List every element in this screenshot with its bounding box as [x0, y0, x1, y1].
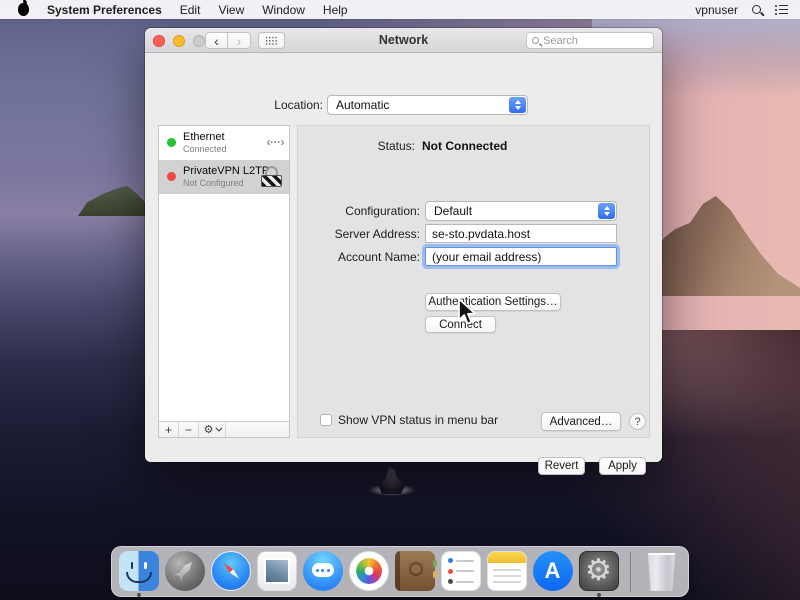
server-address-label: Server Address:: [334, 227, 420, 241]
server-address-input[interactable]: [425, 224, 617, 243]
chevron-down-icon: [215, 424, 223, 432]
dock-launchpad-icon[interactable]: [164, 551, 205, 597]
dock-notes-icon[interactable]: [486, 551, 527, 597]
status-dot-red: [167, 172, 176, 181]
sidebar-item-privatevpn-l2tp[interactable]: PrivateVPN L2TP Not Configured: [159, 160, 289, 194]
menu-bar: System Preferences Edit View Window Help…: [0, 0, 800, 19]
dock-photos-icon[interactable]: [348, 551, 389, 597]
menu-app-name[interactable]: System Preferences: [47, 3, 162, 17]
dock-trash-icon[interactable]: [642, 551, 682, 597]
search-placeholder: Search: [543, 34, 578, 47]
dock-separator: [629, 552, 631, 592]
running-indicator: [136, 593, 141, 597]
apply-button[interactable]: Apply: [599, 457, 646, 475]
authentication-settings-button[interactable]: Authentication Settings…: [425, 293, 561, 311]
status-label: Status:: [377, 139, 415, 153]
search-field[interactable]: Search: [526, 32, 654, 49]
dock-mail-icon[interactable]: [256, 551, 297, 597]
services-sidebar: Ethernet Connected ‹···› PrivateVPN L2TP…: [158, 125, 290, 438]
menu-item-window[interactable]: Window: [262, 3, 305, 17]
configuration-value: Default: [434, 204, 473, 218]
vpn-lock-icon: [261, 166, 283, 188]
remove-service-button[interactable]: −: [179, 422, 199, 437]
popup-stepper-icon: [598, 203, 615, 219]
dock-system-preferences-icon[interactable]: ⚙: [578, 551, 619, 597]
appstore-a-glyph: A: [544, 558, 561, 583]
dock-finder-icon[interactable]: [118, 551, 159, 597]
gear-icon: ⚙: [203, 424, 214, 436]
spotlight-search-icon[interactable]: [752, 5, 765, 16]
service-actions-button[interactable]: ⚙: [199, 422, 226, 437]
show-vpn-status-checkbox[interactable]: [320, 414, 332, 426]
apple-menu-icon[interactable]: [18, 0, 29, 16]
status-dot-green: [167, 138, 176, 147]
desktop: System Preferences Edit View Window Help…: [0, 0, 800, 600]
advanced-button[interactable]: Advanced…: [541, 412, 621, 431]
status-value: Not Connected: [422, 139, 508, 153]
account-name-input[interactable]: [425, 247, 617, 266]
window-content: Location: Automatic Ethernet Connected ‹…: [145, 53, 662, 475]
dock-contacts-icon[interactable]: [394, 551, 437, 597]
sidebar-footer: + − ⚙: [159, 421, 289, 437]
network-preferences-window: ‹ › Network Search Location: Automatic E…: [145, 28, 662, 475]
revert-button[interactable]: Revert: [538, 457, 585, 475]
gear-icon: ⚙: [585, 554, 612, 587]
dock-reminders-icon[interactable]: [440, 551, 481, 597]
popup-stepper-icon: [509, 97, 526, 113]
location-value: Automatic: [336, 98, 390, 112]
account-name-label: Account Name:: [337, 250, 420, 264]
show-vpn-status-label: Show VPN status in menu bar: [338, 413, 499, 427]
dock: A ⚙: [111, 546, 689, 597]
menu-item-edit[interactable]: Edit: [180, 3, 201, 17]
dock-messages-icon[interactable]: [302, 551, 343, 597]
location-popup[interactable]: Automatic: [327, 95, 528, 115]
menu-item-help[interactable]: Help: [323, 3, 348, 17]
vpn-settings-panel: [297, 125, 650, 438]
menu-username[interactable]: vpnuser: [695, 3, 738, 17]
mouse-cursor: [456, 297, 478, 332]
location-label: Location:: [274, 98, 323, 112]
running-indicator: [596, 593, 601, 597]
help-button[interactable]: ?: [629, 413, 646, 430]
notification-center-icon[interactable]: [775, 4, 788, 15]
dock-appstore-icon[interactable]: A: [532, 551, 573, 597]
menu-item-view[interactable]: View: [218, 3, 244, 17]
dock-safari-icon[interactable]: [210, 551, 251, 597]
add-service-button[interactable]: +: [159, 422, 179, 437]
configuration-popup[interactable]: Default: [425, 201, 617, 221]
search-icon: [532, 37, 543, 47]
title-bar[interactable]: ‹ › Network Search: [145, 28, 662, 53]
configuration-label: Configuration:: [345, 204, 420, 218]
